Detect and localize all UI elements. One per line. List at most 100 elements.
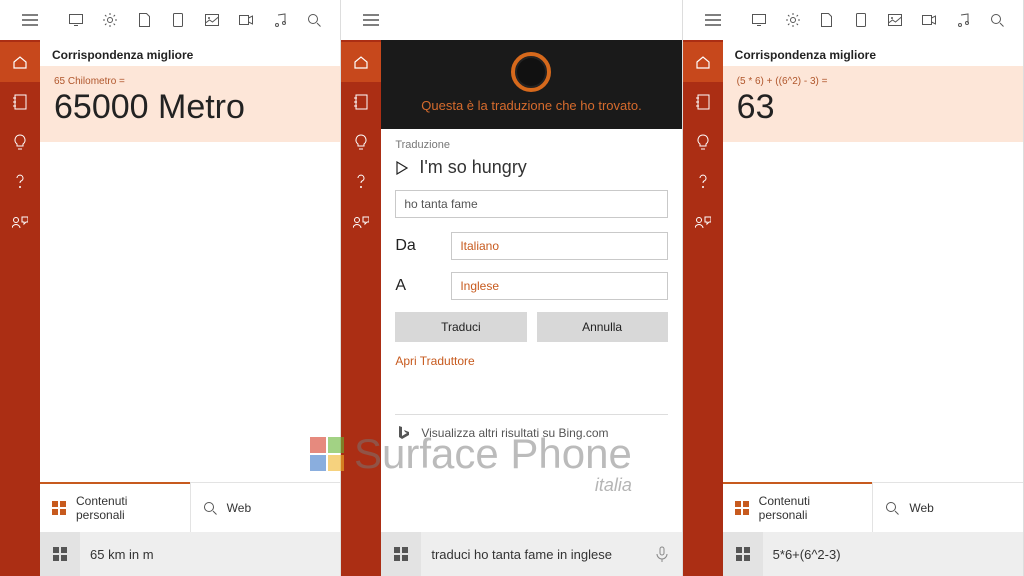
open-translator-link[interactable]: Apri Traduttore [395, 354, 474, 368]
tab-web[interactable]: Web [872, 483, 1023, 532]
cortana-header: Questa è la traduzione che ho trovato. [381, 40, 681, 129]
spacer [723, 142, 1023, 482]
to-language-select[interactable]: Inglese [451, 272, 667, 300]
search-input[interactable] [421, 547, 641, 562]
bing-results-link[interactable]: Visualizza altri risultati su Bing.com [395, 425, 667, 441]
bing-icon [395, 425, 411, 441]
desktop-icon[interactable] [751, 12, 767, 28]
body-row: Questa è la traduzione che ho trovato. T… [341, 40, 681, 576]
start-button[interactable] [381, 532, 421, 576]
translation-block: Traduzione I'm so hungry Da Italiano A I… [381, 129, 681, 532]
video-icon[interactable] [238, 12, 254, 28]
desktop-icon[interactable] [68, 12, 84, 28]
sidebar-home[interactable] [683, 42, 723, 82]
topbar [0, 0, 340, 40]
gear-icon[interactable] [102, 12, 118, 28]
result-value: 63 [737, 89, 1009, 126]
topbar [683, 0, 1023, 40]
search-icon [885, 501, 899, 515]
hamburger-icon[interactable] [693, 14, 733, 26]
content: Corrispondenza migliore (5 * 6) + ((6^2)… [723, 40, 1023, 576]
sidebar-notebook[interactable] [683, 82, 723, 122]
sidebar-feedback[interactable] [341, 202, 381, 242]
cancel-button[interactable]: Annulla [537, 312, 668, 342]
bottom-tabs: Contenuti personali Web [723, 482, 1023, 532]
source-text-input[interactable] [395, 190, 667, 218]
search-icon [203, 501, 217, 515]
image-icon[interactable] [887, 12, 903, 28]
bottom-tabs: Contenuti personali Web [40, 482, 340, 532]
sidebar-feedback[interactable] [0, 202, 40, 242]
sidebar-bulb[interactable] [341, 122, 381, 162]
search-input[interactable] [763, 547, 1023, 562]
hamburger-icon[interactable] [10, 14, 50, 26]
hamburger-icon[interactable] [351, 14, 391, 26]
windows-tile-icon [735, 501, 749, 515]
panel-calculator: Corrispondenza migliore (5 * 6) + ((6^2)… [683, 0, 1024, 576]
start-button[interactable] [40, 532, 80, 576]
search-input[interactable] [80, 547, 340, 562]
cortana-text: Questa è la traduzione che ho trovato. [409, 98, 653, 113]
button-row: Traduci Annulla [395, 312, 667, 342]
tab-personal[interactable]: Contenuti personali [40, 482, 190, 532]
translation-result-row: I'm so hungry [395, 157, 667, 178]
search-icon[interactable] [306, 12, 322, 28]
tab-label: Web [909, 501, 933, 515]
windows-tile-icon [52, 501, 66, 515]
translation-result: I'm so hungry [419, 157, 526, 178]
translate-button[interactable]: Traduci [395, 312, 526, 342]
sidebar-help[interactable] [683, 162, 723, 202]
result-card[interactable]: (5 * 6) + ((6^2) - 3) = 63 [723, 66, 1023, 142]
sidebar-notebook[interactable] [341, 82, 381, 122]
tab-web[interactable]: Web [190, 483, 341, 532]
search-icon[interactable] [989, 12, 1005, 28]
from-language-select[interactable]: Italiano [451, 232, 667, 260]
play-icon[interactable] [395, 161, 409, 175]
tablet-icon[interactable] [853, 12, 869, 28]
bing-text: Visualizza altri risultati su Bing.com [421, 426, 608, 440]
sidebar-bulb[interactable] [683, 122, 723, 162]
cortana-ring-icon [511, 52, 551, 92]
content: Corrispondenza migliore 65 Chilometro = … [40, 40, 340, 576]
tab-personal[interactable]: Contenuti personali [723, 482, 873, 532]
music-icon[interactable] [272, 12, 288, 28]
result-card[interactable]: 65 Chilometro = 65000 Metro [40, 66, 340, 142]
gear-icon[interactable] [785, 12, 801, 28]
document-icon[interactable] [136, 12, 152, 28]
sidebar-home[interactable] [341, 42, 381, 82]
tab-label: Contenuti personali [76, 494, 178, 522]
result-subtitle: (5 * 6) + ((6^2) - 3) = [737, 76, 1009, 87]
search-bar [381, 532, 681, 576]
content: Questa è la traduzione che ho trovato. T… [381, 40, 681, 576]
sidebar-help[interactable] [0, 162, 40, 202]
start-button[interactable] [723, 532, 763, 576]
search-bar [40, 532, 340, 576]
panel-conversion: Corrispondenza migliore 65 Chilometro = … [0, 0, 341, 576]
tab-label: Contenuti personali [759, 494, 861, 522]
tab-label: Web [227, 501, 251, 515]
panel-translation: Questa è la traduzione che ho trovato. T… [341, 0, 682, 576]
to-row: A Inglese [395, 272, 667, 300]
sidebar-home[interactable] [0, 42, 40, 82]
from-label: Da [395, 237, 435, 255]
result-value: 65000 Metro [54, 89, 326, 126]
body-row: Corrispondenza migliore 65 Chilometro = … [0, 40, 340, 576]
sidebar-feedback[interactable] [683, 202, 723, 242]
mic-icon[interactable] [642, 532, 682, 576]
image-icon[interactable] [204, 12, 220, 28]
sidebar [683, 40, 723, 576]
result-subtitle: 65 Chilometro = [54, 76, 326, 87]
video-icon[interactable] [921, 12, 937, 28]
music-icon[interactable] [955, 12, 971, 28]
sidebar-notebook[interactable] [0, 82, 40, 122]
sidebar-help[interactable] [341, 162, 381, 202]
topbar [341, 0, 681, 40]
section-title: Corrispondenza migliore [40, 40, 340, 66]
document-icon[interactable] [819, 12, 835, 28]
translation-label: Traduzione [395, 139, 667, 151]
section-title: Corrispondenza migliore [723, 40, 1023, 66]
tablet-icon[interactable] [170, 12, 186, 28]
sidebar-bulb[interactable] [0, 122, 40, 162]
from-row: Da Italiano [395, 232, 667, 260]
search-bar [723, 532, 1023, 576]
